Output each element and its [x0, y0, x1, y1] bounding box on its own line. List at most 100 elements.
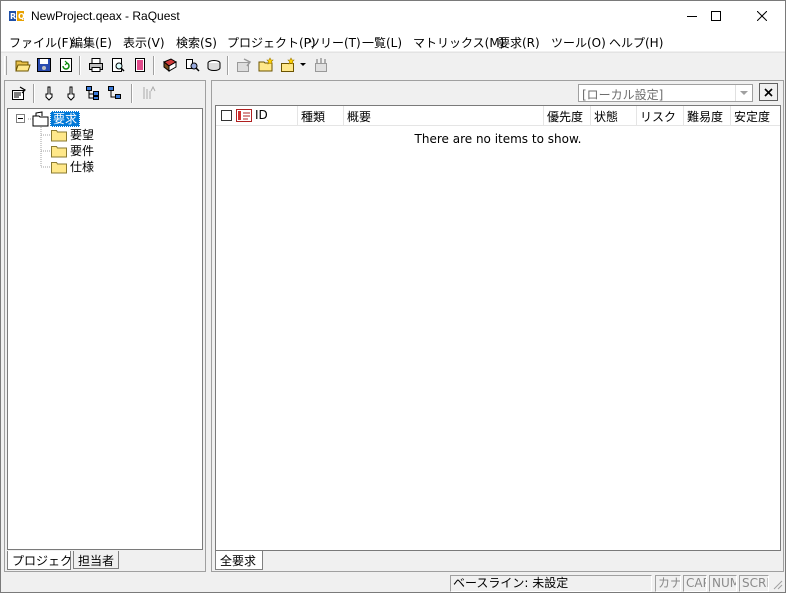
tools-icon	[315, 58, 327, 72]
expand-tree-button[interactable]	[83, 83, 103, 103]
requirement-type-icon	[236, 109, 252, 122]
tab-project[interactable]: プロジェクト	[7, 551, 84, 570]
print-button[interactable]	[86, 55, 106, 75]
tree-node[interactable]: 要件	[50, 143, 96, 159]
column-id[interactable]: ID	[252, 106, 298, 126]
toolbar-separator	[227, 56, 229, 75]
tree-label: 仕様	[70, 160, 95, 174]
menu-list[interactable]: 一覧(L)	[362, 34, 402, 51]
toolbar-separator	[33, 84, 35, 103]
tree-label: 要件	[70, 144, 95, 158]
add-item-icon	[281, 57, 295, 72]
raquest-logo-icon: R Q	[9, 11, 25, 21]
book-icon	[163, 58, 177, 73]
database-icon	[207, 60, 221, 72]
book-button[interactable]	[160, 55, 180, 75]
resize-grip-icon	[773, 580, 783, 590]
collapse-tree-button[interactable]	[105, 83, 125, 103]
tree-node-root[interactable]: 要求	[32, 111, 81, 127]
right-tab-strip: 全要求	[215, 551, 775, 571]
save-button[interactable]	[34, 55, 54, 75]
add-item-button[interactable]	[278, 55, 298, 75]
app-window: R Q NewProject.qeax - RaQuest ファイル(F) 編集…	[0, 0, 786, 593]
collapse-toggle[interactable]	[16, 114, 25, 123]
tree-node[interactable]: 要望	[50, 127, 96, 143]
new-folder-button[interactable]	[256, 55, 276, 75]
move-up-button[interactable]	[39, 83, 59, 103]
list-header: ID 種類 概要 優先度 状態 リスク 難易度 安定度	[216, 106, 780, 126]
document-icon	[135, 58, 145, 72]
add-item-dropdown[interactable]	[298, 55, 308, 75]
kana-indicator: カナ	[655, 575, 681, 592]
save-icon	[37, 58, 51, 72]
empty-list-message: There are no items to show.	[414, 132, 582, 146]
printer-icon	[89, 58, 103, 72]
find-button[interactable]	[182, 55, 202, 75]
tree-label: 要望	[70, 128, 95, 142]
close-icon	[764, 87, 773, 97]
num-lock-indicator: NUM	[709, 575, 737, 592]
menu-bar: ファイル(F) 編集(E) 表示(V) 検索(S) プロジェクト(P) ツリー(…	[1, 31, 785, 51]
binoculars-icon	[186, 59, 200, 72]
svg-text:Q: Q	[18, 12, 25, 21]
baseline-status: ベースライン: 未設定	[450, 575, 652, 592]
dropdown-arrow[interactable]	[735, 85, 752, 101]
close-list-button[interactable]	[759, 83, 778, 101]
properties-icon	[237, 58, 252, 72]
tree-node[interactable]: 仕様	[50, 159, 96, 175]
column-type[interactable]: 種類	[298, 106, 344, 126]
open-button[interactable]	[13, 55, 33, 75]
tree-label-root: 要求	[50, 111, 81, 127]
column-summary[interactable]: 概要	[344, 106, 544, 126]
column-risk[interactable]: リスク	[637, 106, 684, 126]
chevron-down-icon	[740, 90, 748, 95]
menu-tools[interactable]: ツール(O)	[551, 34, 606, 51]
column-status[interactable]: 状態	[591, 106, 637, 126]
select-all-checkbox[interactable]	[221, 110, 232, 121]
menu-tree[interactable]: ツリー(T)	[308, 34, 361, 51]
database-button[interactable]	[204, 55, 224, 75]
column-stability[interactable]: 安定度	[731, 106, 779, 126]
view-settings-value: [ローカル設定]	[582, 88, 664, 102]
move-down-button[interactable]	[61, 83, 81, 103]
menu-view[interactable]: 表示(V)	[123, 34, 165, 51]
requirement-list-pane: [ローカル設定] ID 種類 概要 優先度 状態 リスク 難易度 安定度 The…	[211, 80, 784, 572]
tab-assignee[interactable]: 担当者	[73, 551, 119, 569]
settings-button[interactable]	[311, 55, 331, 75]
menu-file[interactable]: ファイル(F)	[9, 34, 73, 51]
menu-help[interactable]: ヘルプ(H)	[609, 34, 663, 51]
tree-toolbar	[5, 81, 205, 107]
print-preview-button[interactable]	[108, 55, 128, 75]
toolbar-separator	[153, 56, 155, 75]
title-bar: R Q NewProject.qeax - RaQuest	[1, 1, 785, 31]
project-tree-pane: 要求 要望 要件 仕様 プロジェクト 担当者	[4, 80, 206, 572]
view-settings-dropdown[interactable]: [ローカル設定]	[578, 84, 753, 102]
tree-properties-button[interactable]	[9, 83, 29, 103]
hand-up-icon	[45, 86, 53, 101]
print-preview-icon	[112, 58, 125, 72]
expand-tree-icon	[86, 86, 99, 100]
menu-edit[interactable]: 編集(E)	[71, 34, 112, 51]
svg-text:R: R	[10, 12, 16, 21]
open-folder-icon	[15, 60, 31, 72]
window-title: NewProject.qeax - RaQuest	[31, 9, 180, 23]
properties-button[interactable]	[234, 55, 254, 75]
tab-all-requirements[interactable]: 全要求	[215, 551, 263, 570]
new-folder-icon	[258, 57, 274, 72]
maximize-button[interactable]	[693, 1, 739, 31]
menu-matrix[interactable]: マトリックス(M)	[413, 34, 504, 51]
toolbar-grip	[4, 56, 7, 75]
menu-project[interactable]: プロジェクト(P)	[227, 34, 316, 51]
menu-search[interactable]: 検索(S)	[176, 34, 217, 51]
document-button[interactable]	[130, 55, 150, 75]
maximize-icon	[711, 11, 721, 21]
column-difficulty[interactable]: 難易度	[684, 106, 731, 126]
sort-button[interactable]	[139, 83, 159, 103]
folder-icon	[51, 146, 67, 158]
column-priority[interactable]: 優先度	[544, 106, 591, 126]
menu-requirement[interactable]: 要求(R)	[498, 34, 540, 51]
close-window-button[interactable]	[739, 1, 785, 31]
refresh-button[interactable]	[56, 55, 76, 75]
scroll-lock-indicator: SCRL	[739, 575, 769, 592]
dropdown-arrow-icon	[300, 63, 306, 66]
